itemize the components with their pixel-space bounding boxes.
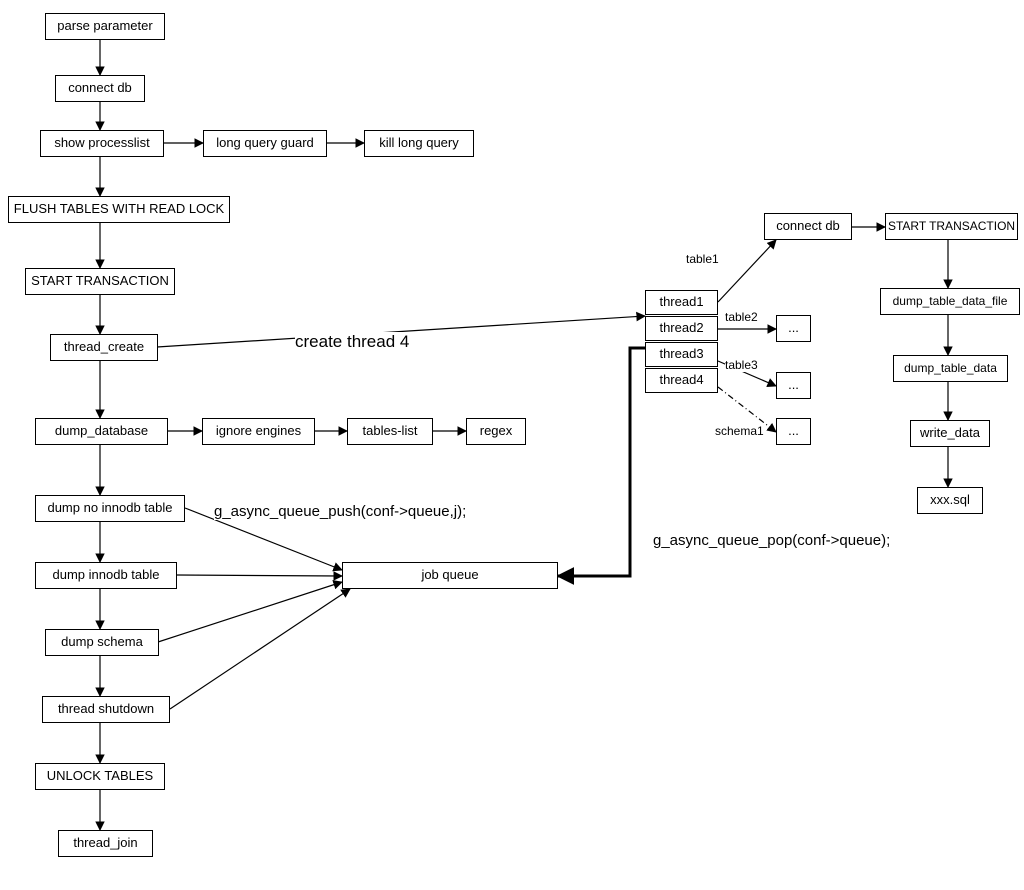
node-regex: regex (466, 418, 526, 445)
node-thread-create: thread_create (50, 334, 158, 361)
node-thread1: thread1 (645, 290, 718, 315)
node-unlock-tables: UNLOCK TABLES (35, 763, 165, 790)
node-dump-table-data-file: dump_table_data_file (880, 288, 1020, 315)
label-create-thread-4: create thread 4 (295, 332, 409, 352)
node-xxx-sql: xxx.sql (917, 487, 983, 514)
node-dump-database: dump_database (35, 418, 168, 445)
node-dump-schema: dump schema (45, 629, 159, 656)
node-thread4: thread4 (645, 368, 718, 393)
node-flush-tables: FLUSH TABLES WITH READ LOCK (8, 196, 230, 223)
flowchart-canvas: parse parameter connect db show processl… (0, 0, 1024, 890)
node-tables-list: tables-list (347, 418, 433, 445)
label-g-async-push: g_async_queue_push(conf->queue,j); (214, 503, 466, 520)
node-ellipsis-4: ... (776, 418, 811, 445)
node-thread-join: thread_join (58, 830, 153, 857)
node-job-queue: job queue (342, 562, 558, 589)
node-connect-db: connect db (55, 75, 145, 102)
node-connect-db-right: connect db (764, 213, 852, 240)
label-table3: table3 (725, 358, 758, 372)
node-ignore-engines: ignore engines (202, 418, 315, 445)
node-dump-innodb: dump innodb table (35, 562, 177, 589)
node-ellipsis-3: ... (776, 372, 811, 399)
node-thread-shutdown: thread shutdown (42, 696, 170, 723)
node-write-data: write_data (910, 420, 990, 447)
node-start-transaction-right: START TRANSACTION (885, 213, 1018, 240)
node-start-transaction: START TRANSACTION (25, 268, 175, 295)
node-dump-table-data: dump_table_data (893, 355, 1008, 382)
node-dump-no-innodb: dump no innodb table (35, 495, 185, 522)
label-table2: table2 (725, 310, 758, 324)
node-long-query-guard: long query guard (203, 130, 327, 157)
node-show-processlist: show processlist (40, 130, 164, 157)
node-kill-long-query: kill long query (364, 130, 474, 157)
label-g-async-pop: g_async_queue_pop(conf->queue); (653, 532, 890, 549)
node-thread2: thread2 (645, 316, 718, 341)
label-table1: table1 (686, 252, 719, 266)
label-schema1: schema1 (715, 424, 764, 438)
node-ellipsis-2: ... (776, 315, 811, 342)
node-thread3: thread3 (645, 342, 718, 367)
node-parse-parameter: parse parameter (45, 13, 165, 40)
